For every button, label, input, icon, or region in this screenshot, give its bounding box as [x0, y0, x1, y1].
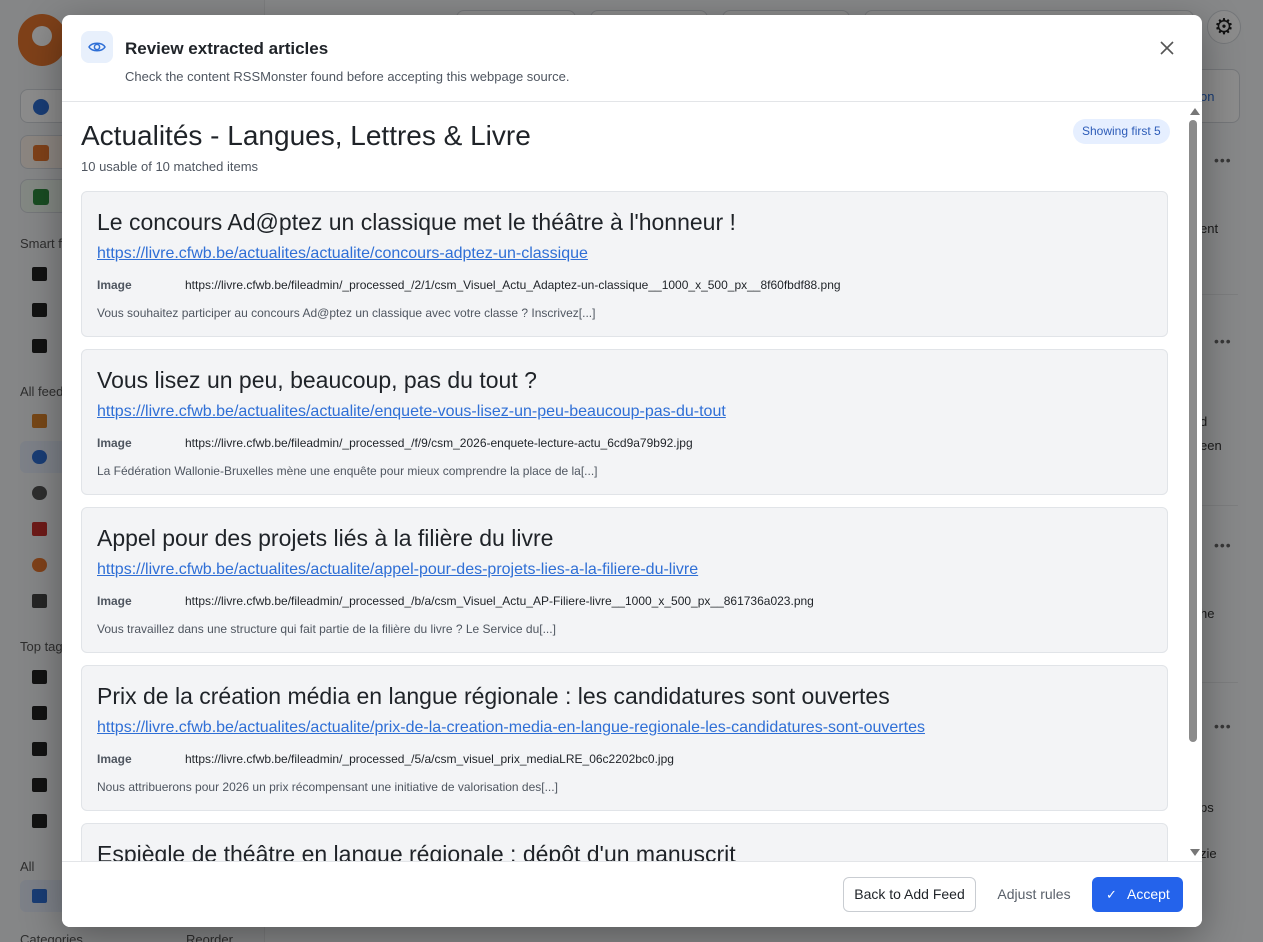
article-card: Prix de la création média en langue régi…: [81, 665, 1168, 811]
eye-icon: [81, 31, 113, 63]
review-articles-dialog: Review extracted articles Check the cont…: [62, 15, 1202, 927]
image-label: Image: [97, 436, 132, 450]
source-count: 10 usable of 10 matched items: [81, 159, 259, 174]
article-card: Appel pour des projets liés à la filière…: [81, 507, 1168, 653]
article-link[interactable]: https://livre.cfwb.be/actualites/actuali…: [97, 245, 588, 263]
article-description: Vous souhaitez participer au concours Ad…: [97, 306, 596, 320]
scroll-down-icon[interactable]: [1190, 849, 1200, 856]
article-title: Le concours Ad@ptez un classique met le …: [97, 209, 736, 235]
article-image-url: https://livre.cfwb.be/fileadmin/_process…: [185, 594, 814, 608]
article-link[interactable]: https://livre.cfwb.be/actualites/actuali…: [97, 403, 726, 421]
accept-button[interactable]: ✓ Accept: [1092, 877, 1183, 912]
scroll-up-icon[interactable]: [1190, 108, 1200, 115]
article-link[interactable]: https://livre.cfwb.be/actualites/actuali…: [97, 561, 698, 579]
article-link[interactable]: https://livre.cfwb.be/actualites/actuali…: [97, 719, 925, 737]
article-card: Vous lisez un peu, beaucoup, pas du tout…: [81, 349, 1168, 495]
article-title: Vous lisez un peu, beaucoup, pas du tout…: [97, 367, 537, 393]
image-label: Image: [97, 594, 132, 608]
close-icon[interactable]: [1156, 37, 1178, 59]
article-card: Espiègle de théâtre en langue régionale …: [81, 823, 1168, 861]
adjust-rules-button[interactable]: Adjust rules: [988, 877, 1080, 912]
image-label: Image: [97, 752, 132, 766]
article-description: Vous travaillez dans une structure qui f…: [97, 622, 556, 636]
article-list: Le concours Ad@ptez un classique met le …: [81, 191, 1168, 861]
article-image-url: https://livre.cfwb.be/fileadmin/_process…: [185, 752, 674, 766]
accept-label: Accept: [1127, 886, 1170, 902]
article-image-url: https://livre.cfwb.be/fileadmin/_process…: [185, 278, 841, 292]
article-description: Nous attribuerons pour 2026 un prix réco…: [97, 780, 558, 794]
scrollbar-thumb[interactable]: [1189, 120, 1197, 742]
article-description: La Fédération Wallonie-Bruxelles mène un…: [97, 464, 598, 478]
article-card: Le concours Ad@ptez un classique met le …: [81, 191, 1168, 337]
dialog-header: Review extracted articles Check the cont…: [62, 15, 1202, 102]
back-to-add-feed-button[interactable]: Back to Add Feed: [843, 877, 976, 912]
article-title: Espiègle de théâtre en langue régionale …: [97, 841, 736, 861]
article-title: Prix de la création média en langue régi…: [97, 683, 890, 709]
check-icon: ✓: [1106, 887, 1117, 902]
dialog-footer: Back to Add Feed Adjust rules ✓ Accept: [62, 861, 1202, 927]
dialog-title: Review extracted articles: [125, 39, 329, 58]
showing-badge: Showing first 5: [1073, 119, 1170, 144]
article-image-url: https://livre.cfwb.be/fileadmin/_process…: [185, 436, 693, 450]
scrollbar[interactable]: [1186, 103, 1202, 861]
image-label: Image: [97, 278, 132, 292]
article-title: Appel pour des projets liés à la filière…: [97, 525, 554, 551]
dialog-subtitle: Check the content RSSMonster found befor…: [125, 69, 570, 84]
source-title: Actualités - Langues, Lettres & Livre: [81, 120, 531, 151]
dialog-body[interactable]: Actualités - Langues, Lettres & Livre 10…: [62, 103, 1202, 861]
